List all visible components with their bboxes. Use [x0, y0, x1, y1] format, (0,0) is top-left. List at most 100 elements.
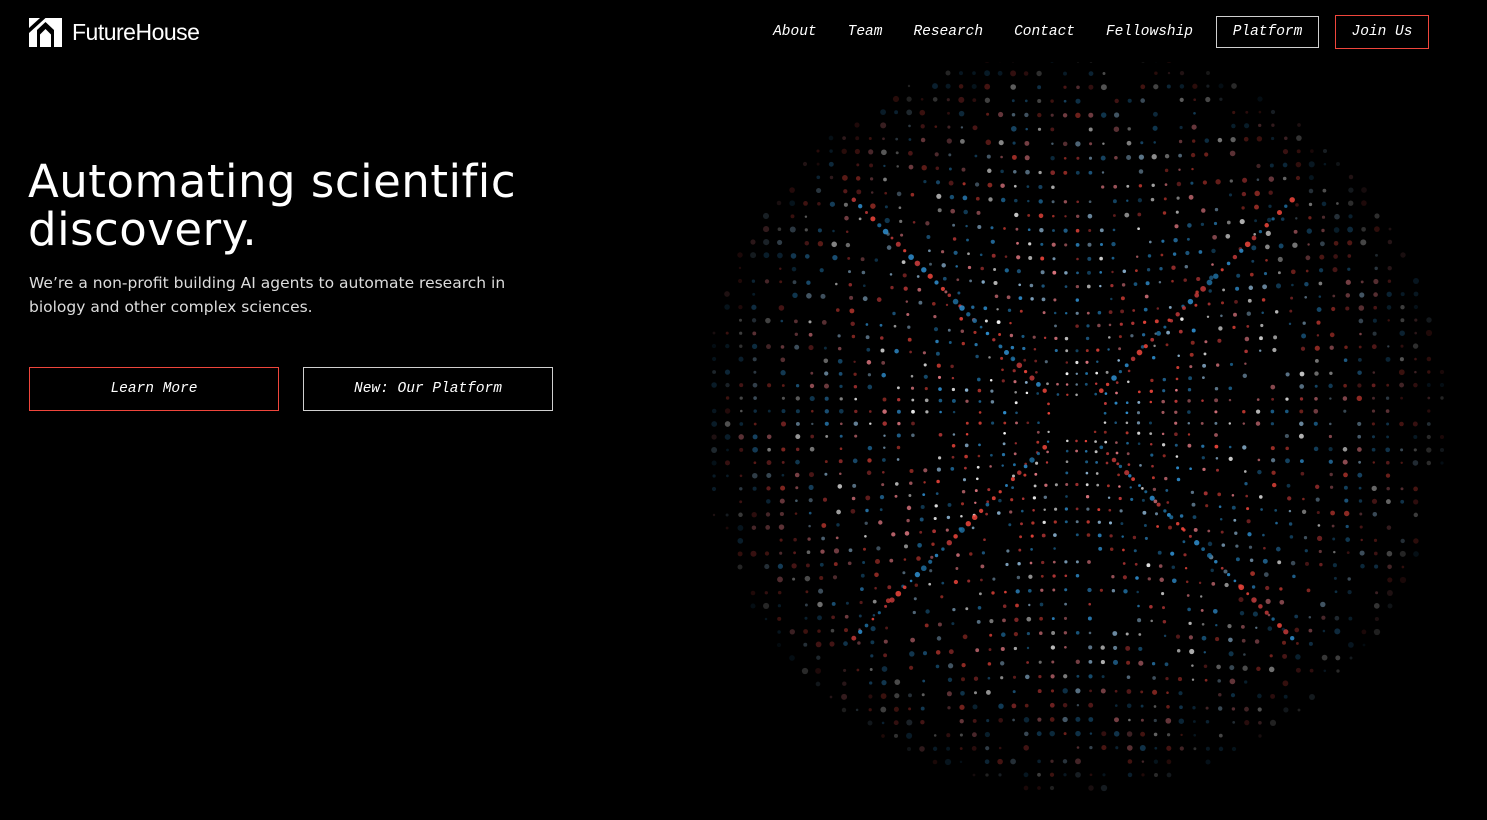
sphere-dot [1016, 255, 1021, 260]
sphere-dot [1258, 229, 1263, 234]
sphere-dot [738, 266, 742, 270]
sphere-dot [794, 512, 798, 515]
sphere-dot [1075, 393, 1078, 397]
sphere-dot [917, 542, 922, 548]
platform-button[interactable]: Platform [1216, 16, 1319, 48]
nav-link-about[interactable]: About [773, 15, 817, 49]
sphere-dot [1271, 217, 1275, 221]
sphere-dot [883, 164, 886, 168]
sphere-dot [1075, 439, 1078, 443]
sphere-dot [1137, 212, 1142, 217]
sphere-dot [1189, 365, 1193, 369]
sphere-dot [880, 348, 885, 353]
sphere-dot [1075, 298, 1079, 302]
sphere-dot [860, 573, 865, 578]
sphere-dot [1268, 190, 1273, 195]
sphere-dot [1122, 548, 1125, 552]
sphere-dot [1075, 383, 1078, 386]
sphere-dot [766, 499, 771, 504]
sphere-dot [780, 421, 787, 427]
nav-link-team[interactable]: Team [848, 15, 883, 49]
sphere-dot [1291, 283, 1294, 287]
sphere-dot [1398, 369, 1405, 376]
sphere-dot [1036, 70, 1042, 77]
sphere-dot [1273, 335, 1278, 340]
sphere-dot [1015, 421, 1018, 425]
sphere-dot [962, 195, 968, 201]
sphere-dot [881, 149, 887, 156]
brand-logo[interactable]: FutureHouse [29, 17, 200, 47]
sphere-dot [1037, 85, 1042, 90]
sphere-dot [946, 733, 951, 738]
sphere-dot [867, 458, 872, 463]
sphere-dot [1026, 185, 1030, 188]
sphere-dot [820, 293, 826, 299]
sphere-dot [1041, 533, 1046, 538]
sphere-dot [1243, 136, 1249, 142]
sphere-dot [1050, 759, 1054, 763]
nav-link-research[interactable]: Research [913, 15, 983, 49]
sphere-dot [906, 505, 912, 511]
sphere-dot [894, 494, 898, 498]
sphere-dot [1308, 188, 1314, 194]
sphere-dot [831, 601, 836, 606]
sphere-dot [1075, 324, 1079, 328]
new-platform-button[interactable]: New: Our Platform [303, 367, 553, 411]
sphere-dot [1142, 320, 1147, 324]
nav-link-fellowship[interactable]: Fellowship [1106, 15, 1193, 49]
sphere-dot [848, 270, 851, 274]
sphere-dot [738, 304, 743, 310]
sphere-dot [975, 477, 979, 481]
sphere-dot [1164, 183, 1168, 186]
sphere-dot [1313, 408, 1319, 414]
sphere-dot [1075, 372, 1079, 376]
sphere-dot [1135, 576, 1139, 580]
sphere-dot [1141, 487, 1144, 490]
sphere-dot [816, 149, 820, 153]
sphere-dot [1414, 331, 1417, 335]
sphere-dot [1153, 499, 1158, 504]
sphere-dot [1016, 575, 1021, 580]
sphere-dot [1218, 692, 1222, 697]
sphere-dot [938, 398, 943, 403]
sphere-dot [1272, 347, 1277, 353]
sphere-dot [1371, 409, 1376, 413]
sphere-dot [976, 465, 980, 469]
sphere-dot [1121, 535, 1124, 538]
sphere-dot [894, 110, 899, 115]
sphere-dot [931, 542, 935, 546]
nav-link-contact[interactable]: Contact [1014, 15, 1075, 49]
sphere-dot [1132, 309, 1136, 312]
sphere-dot [1125, 421, 1129, 425]
sphere-dot [1239, 248, 1244, 253]
sphere-dot [1260, 323, 1264, 328]
sphere-dot [882, 137, 885, 141]
learn-more-button[interactable]: Learn More [29, 367, 279, 411]
sphere-dot [1107, 496, 1111, 500]
sphere-dot [951, 444, 956, 448]
sphere-dot [977, 224, 982, 230]
sphere-dot [1274, 509, 1278, 512]
sphere-dot [1151, 183, 1155, 187]
sphere-dot [1033, 484, 1037, 488]
sphere-dot [1043, 336, 1047, 340]
sphere-dot [1166, 745, 1172, 751]
sphere-dot [1118, 496, 1122, 501]
sphere-dot [1220, 566, 1224, 570]
sphere-dot [1095, 472, 1099, 475]
sphere-dot [939, 410, 942, 414]
sphere-dot [992, 577, 996, 581]
sphere-dot [1258, 123, 1262, 128]
sphere-dot [1268, 666, 1275, 673]
join-us-button[interactable]: Join Us [1335, 15, 1429, 49]
sphere-dot [1010, 345, 1015, 350]
sphere-dot [971, 514, 978, 521]
sphere-dot [1144, 294, 1149, 299]
sphere-dot [967, 252, 970, 256]
sphere-dot [929, 569, 933, 573]
sphere-dot [792, 577, 796, 581]
sphere-dot [1234, 300, 1238, 304]
sphere-dot [847, 561, 852, 566]
sphere-dot [1227, 623, 1232, 629]
sphere-dot [750, 550, 757, 557]
